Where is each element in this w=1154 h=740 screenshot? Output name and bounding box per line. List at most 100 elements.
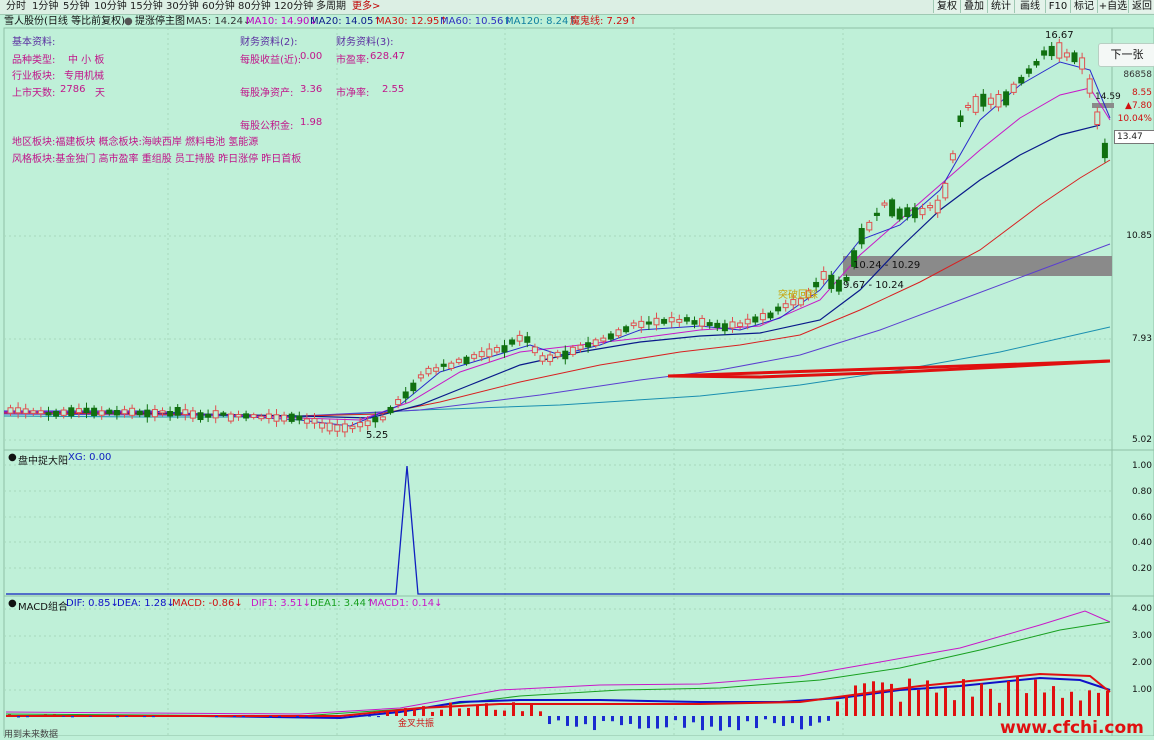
candle-body — [669, 318, 674, 322]
macd-bar — [89, 716, 92, 717]
macd-bar — [683, 716, 686, 728]
macd-bar — [296, 716, 299, 717]
macd-bar — [242, 716, 245, 717]
candle-body — [1102, 143, 1107, 157]
macd-bar — [116, 716, 119, 717]
candle-body — [1042, 51, 1047, 55]
macd-bar — [350, 715, 353, 716]
candle-body — [943, 183, 948, 198]
macd-bar — [206, 715, 209, 716]
candle-body — [145, 410, 150, 417]
candle-body — [168, 412, 173, 416]
macd-bar — [926, 680, 929, 716]
zone-label-lower: 9.67 - 10.24 — [843, 280, 904, 291]
candle-body — [114, 410, 119, 414]
candle-body — [700, 318, 705, 326]
price-axis-tick: 10.85 — [1126, 231, 1152, 241]
days-value: 2786 — [60, 84, 85, 95]
macd-bar — [791, 716, 794, 723]
candlestick-series — [8, 39, 1107, 437]
signal-gear-icon[interactable]: ● — [8, 452, 17, 463]
candle-body — [259, 416, 264, 419]
candle-body — [601, 338, 606, 341]
reserve-label: 每股公积金: — [240, 117, 293, 132]
macd-bar — [377, 716, 380, 717]
macd1-value: MACD1: 0.14↓ — [369, 598, 443, 609]
next-chart-button[interactable]: 下一张 — [1098, 43, 1154, 67]
ma5-line — [4, 62, 1110, 426]
candle-body — [365, 421, 370, 426]
candle-body — [715, 323, 720, 327]
signal-pane-title[interactable]: 盘中捉大阳 — [18, 452, 68, 467]
candle-body — [1064, 53, 1069, 57]
macd-bar — [746, 716, 749, 721]
candle-body — [928, 206, 933, 208]
candle-body — [92, 408, 97, 415]
macd-bar — [521, 711, 524, 716]
macd-axis-tick: 4.00 — [1132, 604, 1152, 614]
candle-body — [745, 319, 750, 324]
candle-body — [289, 414, 294, 421]
macd-bar — [611, 716, 614, 721]
pb-label: 市净率: — [336, 84, 369, 99]
candle-body — [821, 272, 826, 280]
candle-body — [616, 330, 621, 336]
candle-body — [563, 351, 568, 359]
candle-body — [639, 321, 644, 327]
dea1-value: DEA1: 3.44↑ — [310, 598, 374, 609]
candle-body — [829, 275, 834, 288]
candle-body — [358, 422, 363, 426]
macd-pane-title[interactable]: MACD组合 — [18, 598, 68, 613]
fin2-title: 财务资料(2): — [240, 33, 298, 48]
zone-label-upper: 10.24 - 10.29 — [853, 260, 920, 271]
macd-bar — [962, 679, 965, 716]
candle-body — [1087, 79, 1092, 93]
bvps-label: 每股净资产: — [240, 84, 293, 99]
candle-body — [244, 414, 249, 418]
macd-bar — [1025, 693, 1028, 716]
macd-bar — [305, 716, 308, 717]
price-axis-tick: 7.93 — [1132, 334, 1152, 344]
candle-body — [228, 414, 233, 421]
candle-body — [137, 411, 142, 414]
candle-body — [411, 383, 416, 390]
candle-body — [160, 411, 165, 413]
candle-body — [836, 280, 841, 291]
macd-bar — [323, 715, 326, 716]
code-partial: 86858 — [1123, 70, 1152, 80]
macd-bar — [1061, 698, 1064, 716]
candle-body — [760, 314, 765, 320]
candle-body — [251, 415, 256, 418]
candle-body — [776, 307, 781, 311]
macd-bar — [1043, 692, 1046, 716]
macd-bar — [953, 700, 956, 716]
style-line: 风格板块:基金独门 高市盈率 重组股 员工持股 昨日涨停 昨日首板 — [12, 150, 301, 165]
price-change-value: 8.55 — [1132, 88, 1152, 98]
macd-bar — [872, 681, 875, 716]
candle-body — [981, 94, 986, 106]
candle-body — [327, 423, 332, 431]
candle-body — [206, 414, 211, 417]
signal-pane-frame — [4, 450, 1154, 596]
dea-value: DEA: 1.28↓ — [117, 598, 175, 609]
macd-bar — [989, 689, 992, 716]
macd-bar — [692, 716, 695, 722]
industry-value: 专用机械 — [64, 67, 104, 82]
candle-body — [722, 324, 727, 331]
macd-gear-icon[interactable]: ● — [8, 598, 17, 609]
macd-bar — [728, 716, 731, 727]
macd-bar — [386, 711, 389, 716]
candle-body — [479, 352, 484, 357]
pb-value: 2.55 — [382, 84, 404, 95]
macd-bar — [62, 716, 65, 717]
macd-axis-tick: 1.00 — [1132, 685, 1152, 695]
macd-bar — [8, 715, 11, 716]
macd-bar — [710, 716, 713, 727]
candle-body — [99, 411, 104, 415]
macd-bar — [161, 715, 164, 716]
ma30-line — [4, 160, 1110, 416]
dif-value: DIF: 0.85↓ — [66, 598, 119, 609]
macd-bar — [1097, 693, 1100, 716]
price-marker-label: 14.59 — [1095, 92, 1121, 102]
candle-body — [335, 425, 340, 431]
